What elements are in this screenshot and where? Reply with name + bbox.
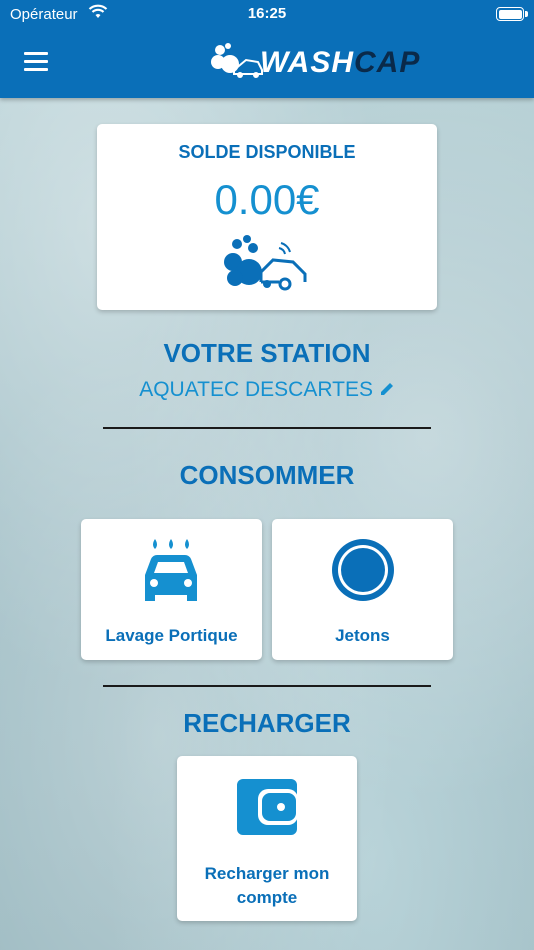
- logo-wash-text: WASH: [260, 46, 354, 79]
- divider: [103, 427, 431, 429]
- hamburger-menu-icon[interactable]: [24, 52, 48, 72]
- tile-recharger-compte[interactable]: Recharger mon compte: [177, 756, 357, 921]
- balance-value: 0.00€: [214, 176, 320, 223]
- top-bar: Opérateur 16:25 WASHCAP: [0, 0, 534, 98]
- tile-label: Lavage Portique: [105, 626, 238, 645]
- divider: [103, 685, 431, 687]
- station-selector[interactable]: AQUATEC DESCARTES: [0, 378, 534, 402]
- tile-jetons[interactable]: Jetons: [272, 519, 453, 660]
- wallet-icon: [236, 777, 298, 842]
- station-name: AQUATEC DESCARTES: [139, 378, 373, 401]
- car-wash-bubbles-icon: [223, 234, 311, 301]
- status-bar: Opérateur 16:25: [0, 0, 534, 30]
- app-logo: WASHCAP: [210, 40, 419, 84]
- recharge-heading: RECHARGER: [183, 708, 351, 738]
- battery-icon: [496, 7, 528, 21]
- tile-label: Jetons: [335, 626, 390, 645]
- balance-title: SOLDE DISPONIBLE: [178, 142, 356, 162]
- token-coin-icon: [330, 537, 396, 608]
- pencil-icon[interactable]: [379, 378, 395, 401]
- clock: 16:25: [247, 5, 287, 22]
- tile-lavage-portique[interactable]: Lavage Portique: [81, 519, 262, 660]
- logo-cap-text: CAP: [354, 46, 421, 79]
- consume-heading: CONSOMMER: [179, 460, 355, 490]
- station-heading: VOTRE STATION: [163, 338, 371, 368]
- tile-label: Recharger mon compte: [204, 864, 330, 907]
- car-wash-portal-icon: [141, 535, 201, 612]
- balance-card: SOLDE DISPONIBLE 0.00€: [97, 124, 437, 310]
